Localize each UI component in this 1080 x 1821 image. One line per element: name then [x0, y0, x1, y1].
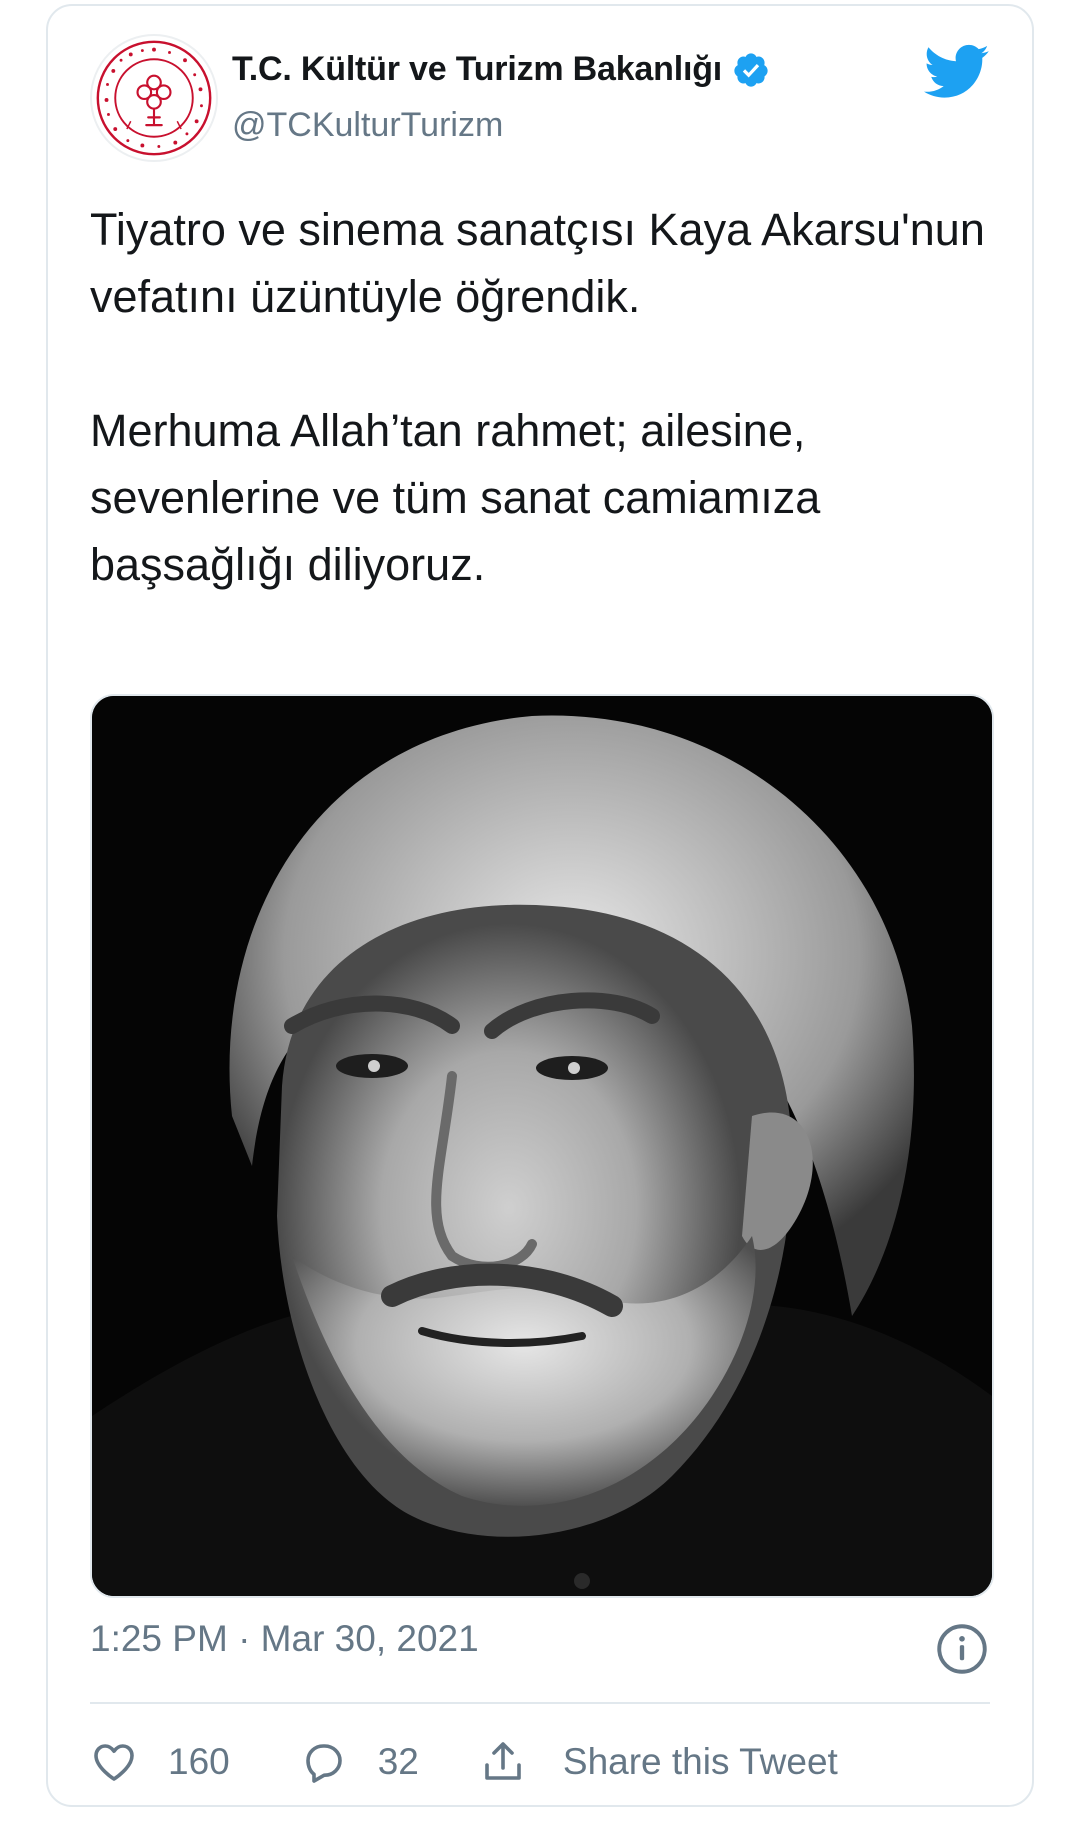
info-icon[interactable]: [936, 1623, 988, 1675]
share-button[interactable]: Share this Tweet: [479, 1738, 838, 1786]
tweet-timestamp[interactable]: 1:25 PM · Mar 30, 2021: [90, 1618, 479, 1660]
share-label: Share this Tweet: [562, 1741, 838, 1782]
display-name[interactable]: T.C. Kültür ve Turizm Bakanlığı: [232, 50, 722, 89]
account-name-row[interactable]: T.C. Kültür ve Turizm Bakanlığı: [232, 50, 770, 89]
tweet-paragraph: Merhuma Allah’tan rahmet; ailesine, seve…: [90, 405, 821, 590]
twitter-bird-icon[interactable]: [924, 44, 990, 100]
share-icon: [485, 1742, 521, 1780]
like-button[interactable]: 160: [90, 1738, 230, 1786]
divider: [90, 1702, 990, 1704]
tweet-photo[interactable]: [90, 694, 994, 1598]
account-handle[interactable]: @TCKulturTurizm: [232, 106, 503, 145]
avatar[interactable]: [90, 34, 218, 162]
reply-button[interactable]: 32: [300, 1738, 419, 1786]
verified-badge-icon: [734, 52, 768, 87]
ministry-emblem-logo: [96, 40, 212, 156]
speech-bubble-icon: [305, 1744, 342, 1783]
portrait-photo: [92, 696, 992, 1596]
tweet-paragraph: Tiyatro ve sinema sanatçısı Kaya Akarsu'…: [90, 204, 985, 322]
tweet-actions: 160 32 Share this Tweet: [90, 1732, 838, 1792]
tweet-card[interactable]: T.C. Kültür ve Turizm Bakanlığı @TCKultu…: [46, 4, 1034, 1807]
reply-count: 32: [377, 1741, 419, 1782]
like-count: 160: [168, 1741, 230, 1782]
tweet-text: Tiyatro ve sinema sanatçısı Kaya Akarsu'…: [90, 196, 990, 598]
heart-icon: [94, 1744, 134, 1781]
